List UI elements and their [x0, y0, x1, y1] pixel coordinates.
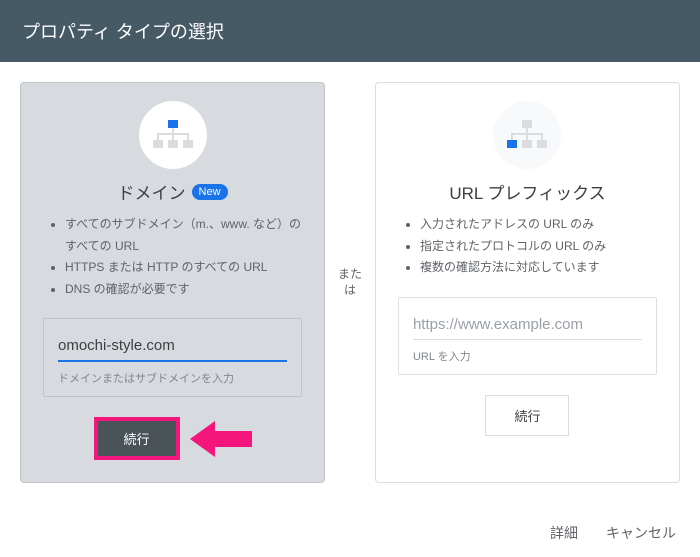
sitemap-icon	[507, 120, 547, 150]
url-input-helper: URL を入力	[413, 348, 642, 364]
domain-bullets: すべてのサブドメイン（m.、www. など）のすべての URL HTTPS また…	[43, 214, 302, 300]
domain-input[interactable]	[58, 333, 287, 362]
url-bullets: 入力されたアドレスの URL のみ 指定されたプロトコルの URL のみ 複数の…	[398, 214, 657, 279]
url-continue-button[interactable]: 続行	[485, 395, 569, 436]
details-link[interactable]: 詳細	[550, 523, 578, 543]
domain-bullet: HTTPS または HTTP のすべての URL	[65, 257, 302, 279]
domain-input-wrap: ドメインまたはサブドメインを入力	[43, 318, 302, 397]
domain-card[interactable]: ドメイン New すべてのサブドメイン（m.、www. など）のすべての URL…	[20, 82, 325, 483]
dialog-header: プロパティ タイプの選択	[0, 0, 700, 62]
domain-bullet: DNS の確認が必要です	[65, 279, 302, 301]
url-bullet: 指定されたプロトコルの URL のみ	[420, 236, 657, 258]
url-icon-circle	[493, 101, 561, 169]
domain-card-title: ドメイン	[118, 179, 186, 204]
url-card-title-row: URL プレフィックス	[449, 179, 605, 204]
url-input[interactable]	[413, 312, 642, 340]
cancel-button[interactable]: キャンセル	[606, 523, 676, 543]
domain-button-row: 続行	[94, 417, 252, 460]
domain-bullet: すべてのサブドメイン（m.、www. など）のすべての URL	[65, 214, 302, 257]
domain-card-title-row: ドメイン New	[118, 179, 228, 204]
new-badge: New	[192, 184, 228, 200]
domain-continue-button[interactable]: 続行	[94, 417, 180, 460]
domain-input-helper: ドメインまたはサブドメインを入力	[58, 370, 287, 386]
dialog-title: プロパティ タイプの選択	[22, 22, 224, 42]
dialog-footer: 詳細 キャンセル	[550, 523, 676, 543]
domain-icon-circle	[139, 101, 207, 169]
sitemap-icon	[153, 120, 193, 150]
url-bullet: 複数の確認方法に対応しています	[420, 257, 657, 279]
url-bullet: 入力されたアドレスの URL のみ	[420, 214, 657, 236]
url-card-title: URL プレフィックス	[449, 179, 605, 204]
url-prefix-card[interactable]: URL プレフィックス 入力されたアドレスの URL のみ 指定されたプロトコル…	[375, 82, 680, 483]
separator-label: または	[333, 82, 367, 483]
arrow-left-icon	[190, 419, 252, 459]
content-area: ドメイン New すべてのサブドメイン（m.、www. など）のすべての URL…	[0, 62, 700, 503]
url-input-wrap: URL を入力	[398, 297, 657, 375]
